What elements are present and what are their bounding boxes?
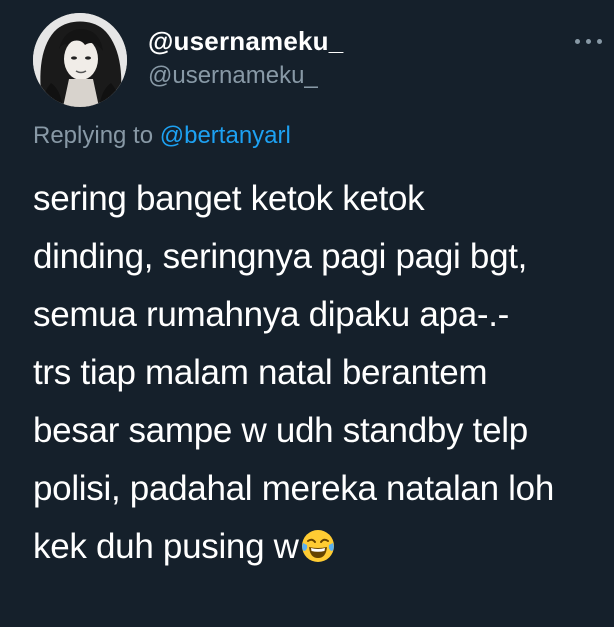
- tweet-text-line: besar sampe w udh standby telp: [33, 411, 528, 450]
- user-handle[interactable]: @usernameku_: [148, 62, 318, 90]
- tweet-text-last-line: kek duh pusing w: [33, 518, 608, 576]
- tweet-card: @usernameku_ @usernameku_ Replying to @b…: [0, 0, 614, 627]
- avatar-image: [33, 13, 127, 107]
- tweet-text-line: trs tiap malam natal berantem: [33, 353, 488, 392]
- reply-mention-link[interactable]: @bertanyarl: [160, 122, 291, 149]
- tweet-text: sering banget ketok ketok dinding, serin…: [33, 170, 608, 576]
- replying-to-label: Replying to: [33, 122, 154, 149]
- tweet-text-line: polisi, padahal mereka natalan loh: [33, 469, 554, 508]
- tweet-text-line: sering banget ketok ketok: [33, 179, 425, 218]
- face-with-tears-of-joy-icon: [300, 524, 336, 562]
- tweet-text-line: dinding, seringnya pagi pagi bgt,: [33, 237, 528, 276]
- tweet-text-line: kek duh pusing w: [33, 527, 299, 566]
- avatar[interactable]: [33, 13, 127, 107]
- replying-to: Replying to @bertanyarl: [33, 122, 291, 150]
- display-name[interactable]: @usernameku_: [148, 26, 343, 57]
- tweet-text-line: semua rumahnya dipaku apa-.-: [33, 295, 510, 334]
- more-dots-icon[interactable]: [572, 36, 606, 48]
